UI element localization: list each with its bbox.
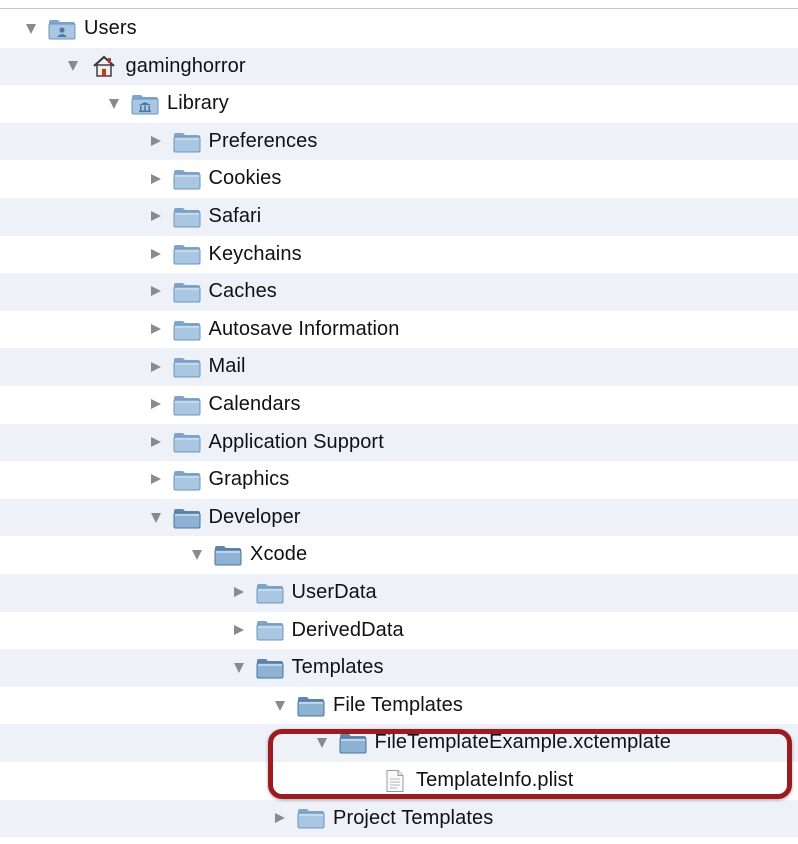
disclosure-triangle-collapsed-icon[interactable] xyxy=(150,136,161,147)
tree-row-label: TemplateInfo.plist xyxy=(416,769,574,791)
tree-row[interactable]: Templates xyxy=(0,649,798,687)
disclosure-triangle-collapsed-icon[interactable] xyxy=(150,286,161,297)
tree-row[interactable]: Caches xyxy=(0,273,798,311)
disclosure-triangle-collapsed-icon[interactable] xyxy=(150,324,161,335)
disclosure-triangle-expanded-icon[interactable] xyxy=(67,61,78,72)
tree-row-label: Application Support xyxy=(208,430,384,453)
folder-icon xyxy=(297,695,325,717)
folder-icon xyxy=(173,319,201,341)
tree-row[interactable]: Keychains xyxy=(0,236,798,274)
library-folder-icon xyxy=(131,93,159,115)
disclosure-triangle-collapsed-icon[interactable] xyxy=(150,211,161,222)
tree-row-label: File Templates xyxy=(333,693,463,716)
folder-icon xyxy=(256,657,284,679)
tree-row[interactable]: DerivedData xyxy=(0,612,798,650)
folder-icon xyxy=(173,206,201,228)
folder-icon xyxy=(173,131,201,153)
folder-icon xyxy=(173,168,201,190)
tree-row-label: Safari xyxy=(208,205,262,227)
disclosure-triangle-collapsed-icon[interactable] xyxy=(150,173,161,184)
disclosure-triangle-expanded-icon[interactable] xyxy=(233,662,244,673)
tree-row-label: Keychains xyxy=(208,242,302,265)
tree-row[interactable]: Graphics xyxy=(0,461,798,499)
disclosure-triangle-expanded-icon[interactable] xyxy=(109,98,119,109)
disclosure-triangle-expanded-icon[interactable] xyxy=(192,550,202,561)
disclosure-triangle-collapsed-icon[interactable] xyxy=(275,812,285,823)
tree-row-label: Calendars xyxy=(208,393,301,415)
folder-icon xyxy=(339,732,367,754)
tree-row-label: DerivedData xyxy=(291,618,404,641)
disclosure-triangle-collapsed-icon[interactable] xyxy=(233,624,244,635)
folder-icon xyxy=(173,243,201,265)
tree-row-label: Mail xyxy=(208,355,246,378)
tree-row[interactable]: Cookies xyxy=(0,160,798,198)
folder-icon xyxy=(173,394,201,416)
tree-row[interactable]: TemplateInfo.plist xyxy=(0,762,798,800)
disclosure-triangle-collapsed-icon[interactable] xyxy=(150,436,161,447)
folder-icon xyxy=(173,356,201,378)
tree-row[interactable]: FileTemplateExample.xctemplate xyxy=(0,724,798,762)
top-divider xyxy=(0,8,798,9)
tree-row-label: Autosave Information xyxy=(208,317,400,340)
tree-row-label: Cookies xyxy=(208,167,282,190)
tree-row-label: Templates xyxy=(291,656,384,679)
disclosure-triangle-expanded-icon[interactable] xyxy=(316,738,327,749)
tree-row[interactable]: Library xyxy=(0,85,798,123)
tree-row[interactable]: Xcode xyxy=(0,536,798,574)
folder-icon xyxy=(214,544,242,566)
tree-row[interactable]: Mail xyxy=(0,348,798,386)
disclosure-triangle-expanded-icon[interactable] xyxy=(26,23,36,34)
tree-row[interactable]: Users xyxy=(0,10,798,48)
disclosure-triangle-expanded-icon[interactable] xyxy=(150,512,161,523)
tree-row[interactable]: Preferences xyxy=(0,122,798,161)
tree-row-label: FileTemplateExample.xctemplate xyxy=(374,731,671,754)
disclosure-triangle-collapsed-icon[interactable] xyxy=(150,361,161,372)
tree-row-label: Caches xyxy=(208,280,277,303)
disclosure-triangle-collapsed-icon[interactable] xyxy=(150,399,161,410)
disclosure-triangle-expanded-icon[interactable] xyxy=(275,700,285,711)
folder-icon xyxy=(256,619,284,641)
folder-icon xyxy=(173,431,201,453)
tree-row[interactable]: Safari xyxy=(0,198,798,236)
tree-row[interactable]: File Templates xyxy=(0,687,798,725)
folder-icon xyxy=(173,507,201,529)
disclosure-triangle-collapsed-icon[interactable] xyxy=(150,248,161,259)
tree-row-label: Preferences xyxy=(208,129,318,152)
tree-row-label: UserData xyxy=(291,581,377,603)
tree-row-label: Developer xyxy=(208,505,301,528)
tree-row-label: Library xyxy=(167,92,229,115)
tree-row[interactable]: Autosave Information xyxy=(0,311,798,349)
folder-icon xyxy=(256,582,284,604)
disclosure-triangle-collapsed-icon[interactable] xyxy=(233,587,244,598)
folder-icon xyxy=(173,281,201,303)
folder-icon xyxy=(297,807,325,829)
tree-row[interactable]: UserData xyxy=(0,574,798,612)
tree-row[interactable]: Project Templates xyxy=(0,799,798,838)
document-icon xyxy=(380,769,408,792)
tree-row[interactable]: Application Support xyxy=(0,423,798,462)
tree-row-label: Users xyxy=(84,17,137,39)
tree-row-label: Project Templates xyxy=(333,806,494,829)
tree-row[interactable]: gaminghorror xyxy=(0,47,798,86)
tree-row[interactable]: Developer xyxy=(0,498,798,537)
disclosure-triangle-collapsed-icon[interactable] xyxy=(150,474,161,485)
folder-icon xyxy=(173,469,201,491)
home-icon xyxy=(90,55,118,78)
tree-row-label: Graphics xyxy=(208,468,290,491)
tree-row-label: gaminghorror xyxy=(125,54,246,77)
users-folder-icon xyxy=(48,18,76,40)
tree-row[interactable]: Calendars xyxy=(0,386,798,424)
tree-row-label: Xcode xyxy=(250,543,308,566)
